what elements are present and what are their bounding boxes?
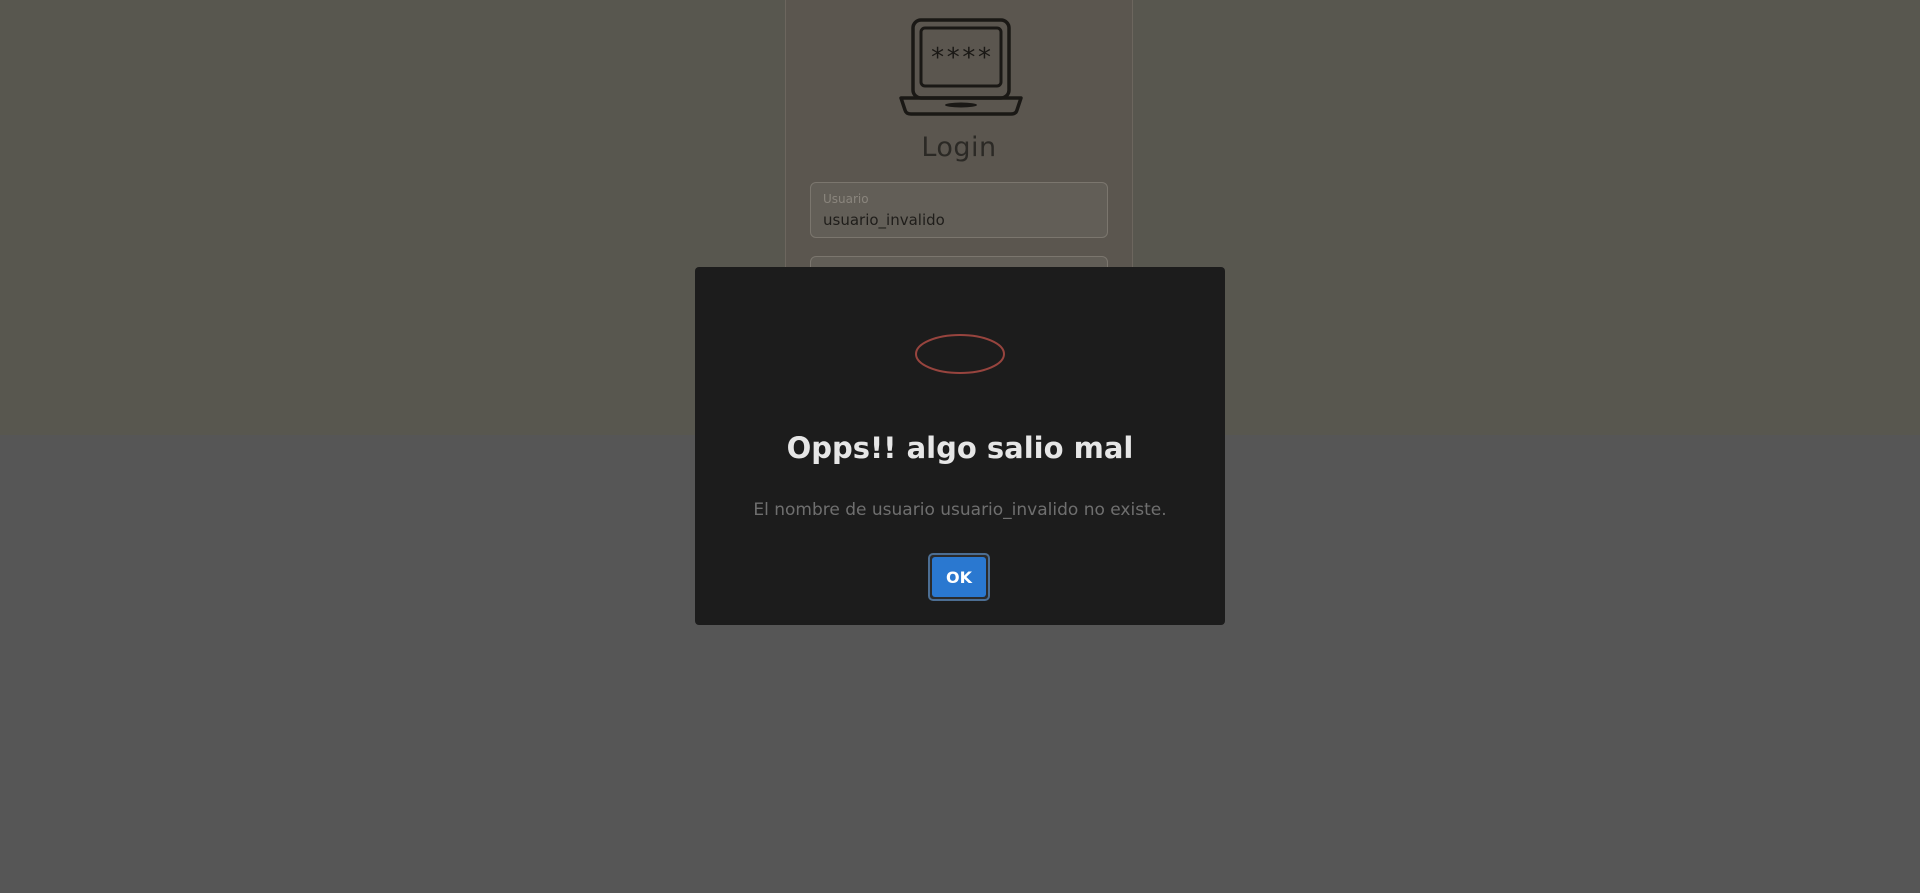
ok-button[interactable]: OK	[932, 557, 986, 597]
username-input[interactable]	[823, 211, 1093, 229]
login-title: Login	[921, 132, 997, 163]
dialog-message: El nombre de usuario usuario_invalido no…	[753, 500, 1167, 520]
ok-button-focus-ring[interactable]: OK	[928, 553, 990, 601]
username-field[interactable]: Usuario	[810, 182, 1108, 238]
laptop-screen-text: ****	[930, 43, 993, 73]
login-card: **** Login Usuario	[785, 0, 1133, 312]
dialog-title: Opps!! algo salio mal	[786, 431, 1134, 465]
error-icon	[915, 334, 1005, 374]
username-label: Usuario	[823, 192, 869, 206]
error-dialog: Opps!! algo salio mal El nombre de usuar…	[695, 267, 1225, 625]
laptop-password-icon: ****	[899, 18, 1023, 116]
